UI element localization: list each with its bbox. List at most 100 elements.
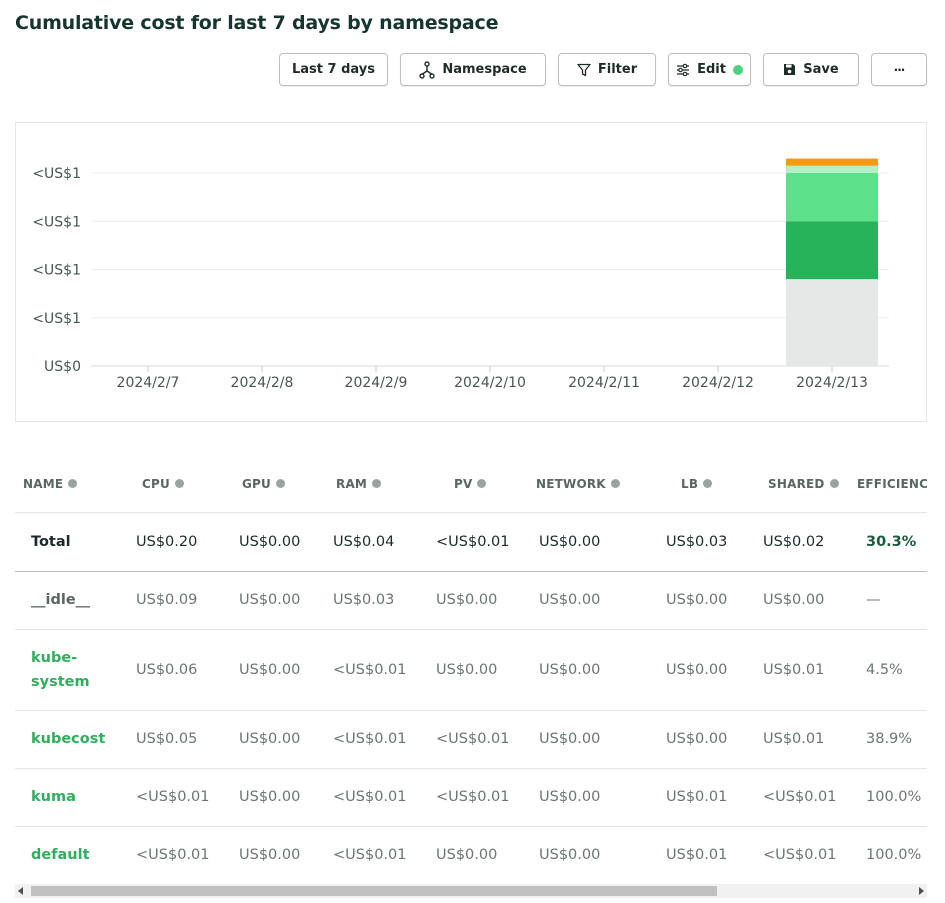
bar-segment: [786, 279, 878, 366]
column-header-pv[interactable]: PV: [424, 456, 527, 512]
lb-cost-cell: US$0.01: [654, 825, 751, 882]
x-tick-label: 2024/2/7: [117, 375, 180, 391]
page-title: Cumulative cost for last 7 days by names…: [15, 12, 499, 34]
lb-cost-cell: US$0.00: [654, 709, 751, 768]
aggregate-by-button[interactable]: Namespace: [400, 53, 546, 86]
network-cost-cell: US$0.00: [527, 628, 654, 710]
y-tick-label: <US$1: [32, 263, 81, 279]
shared-cost-cell: <US$0.01: [751, 825, 854, 882]
shared-cost-cell: US$0.00: [751, 570, 854, 629]
y-tick-label: <US$1: [32, 166, 81, 182]
table-row[interactable]: __idle__ US$0.09 US$0.00 US$0.03 US$0.00…: [15, 570, 927, 629]
more-options-button[interactable]: ···: [871, 53, 927, 86]
shared-cost-cell: <US$0.01: [751, 767, 854, 826]
lb-cost-cell: US$0.03: [654, 511, 751, 572]
column-header-cpu[interactable]: CPU: [121, 456, 224, 512]
bar-segment: [786, 158, 878, 166]
cost-table: NAME CPU GPU RAM PV NETWORK LB SHARED EF…: [15, 456, 927, 882]
shared-cost-cell: US$0.02: [751, 511, 854, 572]
table-row[interactable]: default <US$0.01 US$0.00 <US$0.01 US$0.0…: [15, 825, 927, 882]
info-icon[interactable]: [610, 478, 620, 488]
pv-cost-cell: <US$0.01: [424, 767, 527, 826]
y-tick-label: <US$1: [32, 311, 81, 327]
ram-cost-cell: US$0.04: [321, 511, 424, 572]
table-row[interactable]: kuma <US$0.01 US$0.00 <US$0.01 <US$0.01 …: [15, 767, 927, 826]
pv-cost-cell: <US$0.01: [424, 511, 527, 572]
column-header-label: NAME: [23, 476, 64, 491]
info-icon[interactable]: [372, 478, 382, 488]
network-cost-cell: US$0.00: [527, 511, 654, 572]
date-range-label: Last 7 days: [292, 62, 375, 77]
scroll-left-arrow-icon[interactable]: [18, 887, 23, 895]
column-header-label: RAM: [336, 476, 368, 491]
column-header-label: NETWORK: [536, 476, 606, 491]
efficiency-cell: 100.0%: [854, 767, 927, 826]
ram-cost-cell: <US$0.01: [321, 628, 424, 710]
info-icon[interactable]: [68, 478, 78, 488]
network-cost-cell: US$0.00: [527, 709, 654, 768]
column-header-name[interactable]: NAME: [15, 456, 121, 512]
ram-cost-cell: <US$0.01: [321, 825, 424, 882]
gpu-cost-cell: US$0.00: [224, 767, 321, 826]
scroll-right-arrow-icon[interactable]: [919, 887, 924, 895]
info-icon[interactable]: [276, 478, 285, 488]
info-icon[interactable]: [703, 478, 713, 488]
column-header-shared[interactable]: SHARED: [751, 456, 854, 512]
edit-button[interactable]: Edit: [668, 53, 751, 86]
save-label: Save: [803, 62, 839, 77]
shared-cost-cell: US$0.01: [751, 628, 854, 710]
bar-segment: [786, 221, 878, 280]
y-tick-label: <US$1: [32, 214, 81, 230]
fork-icon: [419, 60, 436, 79]
row-name: __idle__: [15, 570, 121, 629]
efficiency-cell: 100.0%: [854, 825, 927, 882]
table-row[interactable]: kubecost US$0.05 US$0.00 <US$0.01 <US$0.…: [15, 709, 927, 768]
table-header-row: NAME CPU GPU RAM PV NETWORK LB SHARED EF…: [15, 456, 927, 512]
network-cost-cell: US$0.00: [527, 767, 654, 826]
column-header-label: EFFICIENCY: [857, 476, 927, 491]
x-tick-label: 2024/2/8: [231, 375, 294, 391]
info-icon[interactable]: [174, 478, 184, 488]
info-icon[interactable]: [477, 478, 487, 488]
table-row[interactable]: kube-system US$0.06 US$0.00 <US$0.01 US$…: [15, 628, 927, 710]
column-header-gpu[interactable]: GPU: [224, 456, 321, 512]
cpu-cost-cell: <US$0.01: [121, 767, 224, 826]
pv-cost-cell: <US$0.01: [424, 709, 527, 768]
filter-button[interactable]: Filter: [558, 53, 656, 86]
column-header-lb[interactable]: LB: [654, 456, 751, 512]
pv-cost-cell: US$0.00: [424, 825, 527, 882]
scrollbar-thumb[interactable]: [31, 886, 717, 896]
efficiency-cell: 38.9%: [854, 709, 927, 768]
gpu-cost-cell: US$0.00: [224, 825, 321, 882]
row-name-link[interactable]: kuma: [15, 767, 121, 826]
column-header-ram[interactable]: RAM: [321, 456, 424, 512]
ram-cost-cell: <US$0.01: [321, 767, 424, 826]
info-icon[interactable]: [829, 478, 839, 488]
lb-cost-cell: US$0.00: [654, 570, 751, 629]
column-header-efficiency[interactable]: EFFICIENCY: [854, 456, 927, 512]
pv-cost-cell: US$0.00: [424, 628, 527, 710]
x-tick-label: 2024/2/13: [796, 375, 868, 391]
filter-label: Filter: [597, 62, 638, 77]
gpu-cost-cell: US$0.00: [224, 709, 321, 768]
horizontal-scrollbar[interactable]: [15, 884, 927, 898]
row-name-link[interactable]: kubecost: [15, 709, 121, 768]
cpu-cost-cell: US$0.06: [121, 628, 224, 710]
edit-label: Edit: [697, 62, 726, 77]
save-button[interactable]: Save: [763, 53, 859, 86]
column-header-network[interactable]: NETWORK: [527, 456, 654, 512]
y-tick-label: US$0: [44, 359, 81, 375]
gpu-cost-cell: US$0.00: [224, 570, 321, 629]
column-header-label: GPU: [242, 476, 271, 491]
date-range-button[interactable]: Last 7 days: [279, 53, 388, 86]
row-name-link[interactable]: default: [15, 825, 121, 882]
ram-cost-cell: <US$0.01: [321, 709, 424, 768]
edit-status-dot: [732, 64, 743, 75]
x-tick-label: 2024/2/9: [345, 375, 408, 391]
x-tick-label: 2024/2/12: [682, 375, 754, 391]
row-name-link[interactable]: kube-system: [15, 628, 121, 710]
shared-cost-cell: US$0.01: [751, 709, 854, 768]
efficiency-cell: 4.5%: [854, 628, 927, 710]
aggregate-by-label: Namespace: [442, 62, 527, 77]
cost-chart: US$0 <US$1 <US$1 <US$1 <US$1 2024/2/7 2024/2/8…: [15, 122, 927, 422]
